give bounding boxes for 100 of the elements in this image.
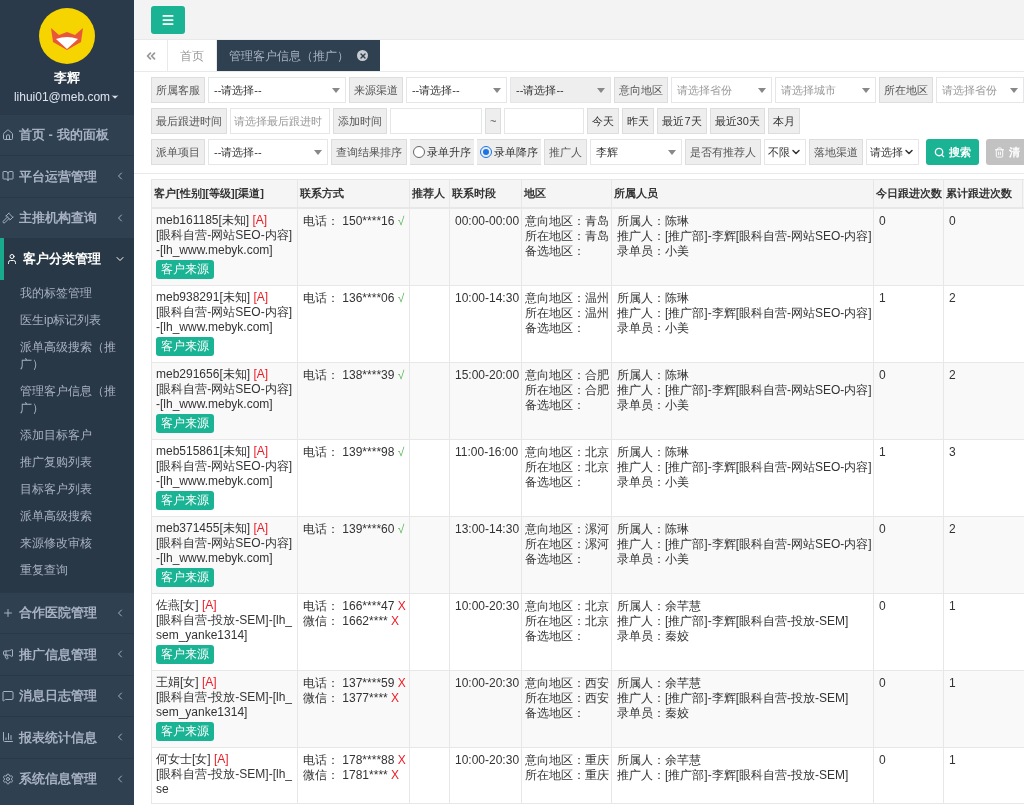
contact-time: 15:00-20:00: [455, 368, 520, 382]
customer-name: meb161185[未知] [A]: [156, 213, 269, 228]
user-email-dropdown[interactable]: lihui01@meb.com: [13, 87, 121, 106]
sidebar-subitem[interactable]: 添加目标客户: [0, 421, 134, 449]
date-input-field[interactable]: 请选择最后跟进时: [230, 108, 330, 134]
region-text: 意向地区：温州: [525, 291, 609, 306]
date-range-button[interactable]: 今天: [587, 108, 620, 134]
select-field[interactable]: 请选择: [866, 139, 919, 165]
sidebar-subitem[interactable]: 推广复购列表: [0, 448, 134, 476]
sidebar-subitem[interactable]: 重复查询: [0, 556, 134, 584]
select-field[interactable]: 李辉: [589, 139, 682, 165]
sidebar-subitem[interactable]: 医生ip标记列表: [0, 306, 134, 334]
contact-info: 微信： 1377**** X: [303, 691, 401, 706]
date-range-button[interactable]: 昨天: [622, 108, 655, 134]
dropdown-caret-icon: [1010, 87, 1018, 93]
sidebar-subitem[interactable]: 派单高级搜索: [0, 502, 134, 530]
contact-time: 10:00-20:30: [455, 599, 520, 613]
today-count: 0: [879, 599, 886, 613]
contact-time: 13:00-14:30: [455, 522, 520, 536]
region-text: 备选地区：: [525, 398, 585, 413]
filter-label: 最后跟进时间: [151, 108, 227, 134]
staff-text: 推广人：[推广部]-李辉[眼科自营-投放-SEM]: [617, 768, 849, 783]
staff-text: 录单员：小美: [617, 552, 689, 567]
contact-time: 11:00-16:00: [455, 445, 519, 459]
region-text: 所在地区：温州: [525, 306, 609, 321]
select-field[interactable]: 不限: [764, 139, 806, 165]
customer-name: meb291656[未知] [A]: [156, 367, 270, 382]
settings-icon: [2, 772, 14, 785]
region-text: 所在地区：合肥: [525, 383, 609, 398]
column-header: 地区: [524, 187, 546, 199]
column-header: 联系时段: [452, 187, 496, 199]
sidebar-subitem[interactable]: 目标客户列表: [0, 475, 134, 503]
filter-label: ~: [485, 108, 502, 134]
customer-name: 何女士[女] [A]: [156, 752, 230, 767]
sort-radio[interactable]: 录单降序: [476, 139, 541, 165]
contact-info: 电话： 138****39 √: [303, 368, 404, 383]
staff-text: 推广人：[推广部]-李辉[眼科自营-投放-SEM]: [617, 614, 849, 629]
dropdown-caret-icon: [862, 87, 871, 93]
select-field[interactable]: --请选择--: [405, 77, 508, 103]
staff-text: 所属人：余芊慧: [617, 599, 701, 614]
region-text: 备选地区：: [525, 321, 585, 336]
select-field[interactable]: 请选择省份: [936, 77, 1024, 103]
staff-text: 推广人：[推广部]-李辉[眼科自营-网站SEO-内容]: [617, 229, 872, 244]
date-input-field[interactable]: [390, 108, 482, 134]
menu-button[interactable]: [151, 5, 185, 34]
select-field[interactable]: --请选择--: [208, 77, 346, 103]
total-count: 1: [949, 676, 956, 690]
gavel-icon: [2, 211, 14, 224]
staff-text: 所属人：陈琳: [617, 445, 689, 460]
select-field[interactable]: 请选择城市: [775, 77, 877, 103]
customer-channel: [眼科自营-投放-SEM]-[lh_se: [156, 767, 293, 797]
filter-label: 是否有推荐人: [685, 139, 761, 165]
today-count: 0: [879, 753, 886, 767]
date-range-button[interactable]: 本月: [767, 108, 800, 134]
filter-label: 落地渠道: [809, 139, 863, 165]
total-count: 2: [949, 368, 956, 382]
region-text: 意向地区：合肥: [525, 368, 609, 383]
region-text: 备选地区：: [525, 706, 585, 721]
date-input-field[interactable]: [504, 108, 585, 134]
customer-channel: [眼科自营-投放-SEM]-[lh_sem_yanke1314]: [156, 613, 293, 643]
date-range-button[interactable]: 最近30天: [709, 108, 765, 134]
contact-time: 10:00-20:30: [455, 753, 520, 767]
sort-radio[interactable]: 录单升序: [409, 139, 474, 165]
date-range-button[interactable]: 最近7天: [657, 108, 707, 134]
tab[interactable]: 管理客户信息（推广）: [217, 40, 380, 71]
region-text: 意向地区：漯河: [525, 522, 609, 537]
sidebar-subitem[interactable]: 来源修改审核: [0, 529, 134, 557]
customer-channel: [眼科自营-网站SEO-内容]-[lh_www.mebyk.com]: [156, 382, 293, 412]
today-count: 0: [879, 368, 886, 382]
sidebar-subitem[interactable]: 我的标签管理: [0, 279, 134, 307]
region-text: 备选地区：: [525, 475, 585, 490]
staff-text: 所属人：陈琳: [617, 522, 689, 537]
filter-label: 添加时间: [333, 108, 387, 134]
staff-text: 推广人：[推广部]-李辉[眼科自营-网站SEO-内容]: [617, 537, 872, 552]
close-icon[interactable]: [357, 50, 368, 61]
region-text: 所在地区：北京: [525, 460, 609, 475]
customer-channel: [眼科自营-网站SEO-内容]-[lh_www.mebyk.com]: [156, 459, 293, 489]
speech-bubble-icon: [2, 689, 14, 702]
menu-icon: [161, 12, 175, 27]
sidebar-subitem[interactable]: 管理客户信息（推广）: [0, 377, 134, 422]
region-text: 所在地区：北京: [525, 614, 609, 629]
total-count: 2: [949, 522, 956, 536]
contact-time: 10:00-20:30: [455, 676, 520, 690]
filter-label: 意向地区: [614, 77, 669, 103]
home-icon: [2, 128, 14, 141]
contact-info: 电话： 137****59 X: [303, 676, 404, 691]
total-count: 1: [949, 599, 956, 613]
select-field[interactable]: --请选择--: [208, 139, 328, 165]
sidebar-subitem[interactable]: 派单高级搜索（推广）: [0, 333, 134, 378]
total-count: 3: [949, 445, 956, 459]
today-count: 1: [879, 291, 886, 305]
region-text: 意向地区：重庆: [525, 753, 609, 768]
contact-info: 电话： 178****88 X: [303, 753, 404, 768]
book-icon: [2, 170, 14, 183]
filter-label: 所属客服: [151, 77, 205, 103]
filter-label: 推广人: [543, 139, 587, 165]
contact-info: 电话： 139****60 √: [303, 522, 404, 537]
contact-info: 电话： 166****47 X: [303, 599, 404, 614]
search-icon: [934, 146, 945, 158]
select-field[interactable]: 请选择省份: [671, 77, 773, 103]
